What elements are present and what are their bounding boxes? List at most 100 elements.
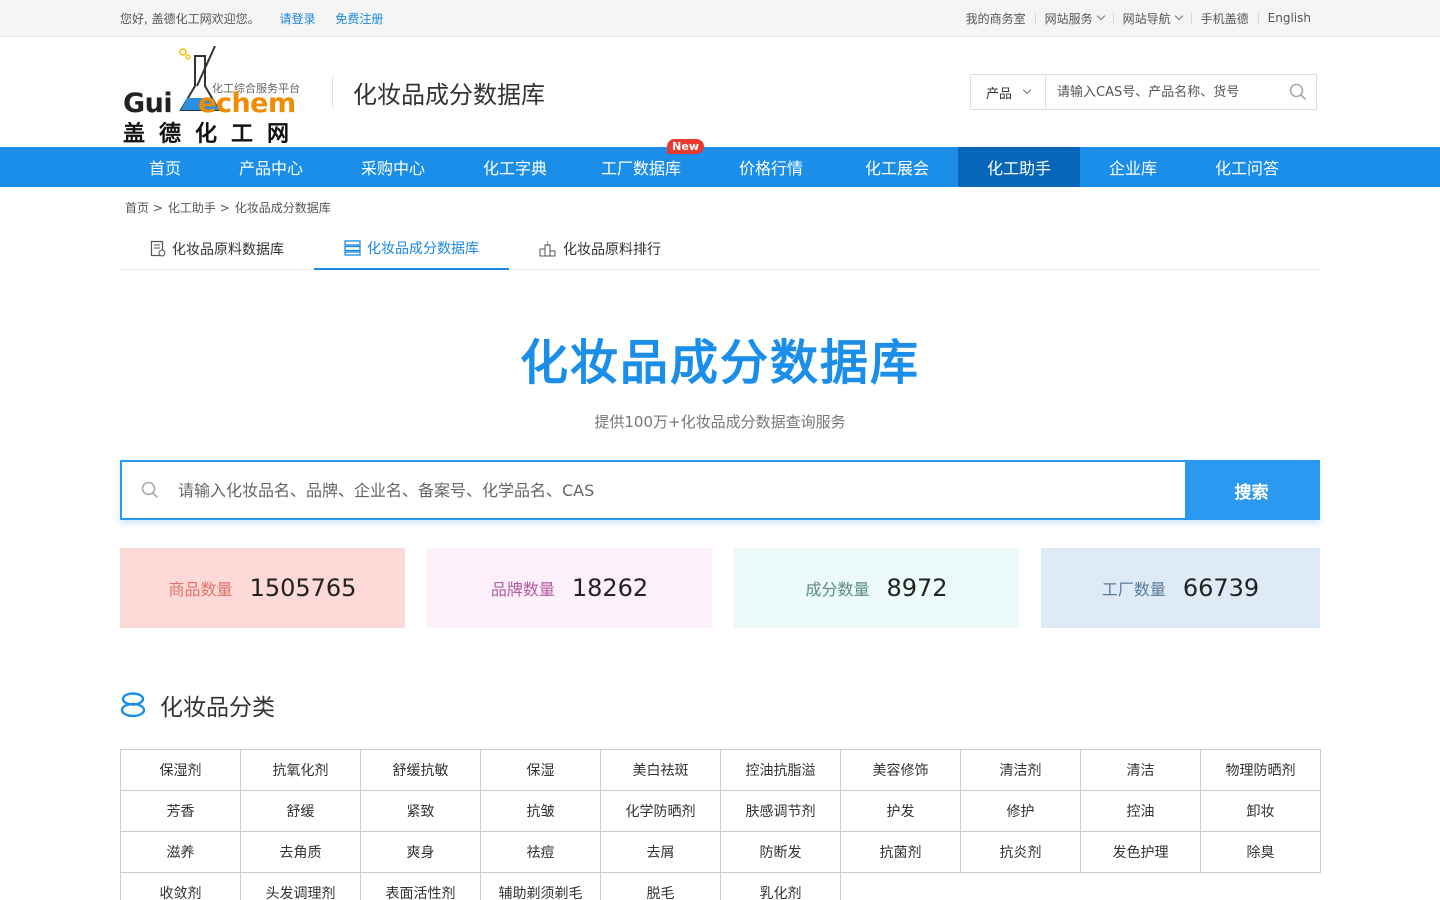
category-item[interactable]: 保湿剂: [121, 750, 241, 791]
nav-item[interactable]: 企业库: [1080, 147, 1186, 187]
topbar-link[interactable]: English: [1259, 11, 1320, 25]
category-item[interactable]: 卸妆: [1201, 791, 1321, 832]
category-item[interactable]: 祛痘: [481, 832, 601, 873]
category-item[interactable]: 舒缓抗敏: [361, 750, 481, 791]
nav-item[interactable]: 工厂数据库 New: [576, 139, 706, 187]
top-bar: 您好, 盖德化工网欢迎您。 请登录 免费注册 我的商务室 网站服务 网站导航 手机盖德…: [0, 0, 1440, 37]
stat-card: 品牌数量 18262: [427, 548, 712, 628]
category-item[interactable]: 乳化剂: [721, 873, 841, 900]
stat-label: 商品数量: [168, 580, 233, 599]
chevron-down-icon: [1022, 85, 1032, 95]
topbar-links: 我的商务室 网站服务 网站导航 手机盖德 English: [957, 10, 1320, 27]
search-icon: [122, 462, 178, 518]
category-item[interactable]: 保湿: [481, 750, 601, 791]
breadcrumb-item[interactable]: 化工助手 >: [168, 201, 230, 215]
category-item[interactable]: 舒缓: [241, 791, 361, 832]
login-link[interactable]: 请登录: [279, 12, 315, 26]
category-item[interactable]: 抗皱: [481, 791, 601, 832]
stats-row: 商品数量 1505765 品牌数量 18262 成分数量 8972 工厂数量 66739: [120, 548, 1320, 628]
logo-en-part-b: echem: [198, 88, 296, 119]
subtab-item[interactable]: 化妆品原料数据库: [120, 227, 314, 270]
category-item[interactable]: 抗氧化剂: [241, 750, 361, 791]
category-item[interactable]: 爽身: [361, 832, 481, 873]
topbar-link[interactable]: 我的商务室: [957, 10, 1035, 27]
site-header: 化工综合服务平台 Gui echem 盖德化工网 化妆品成分数据库 产品: [0, 37, 1440, 147]
nav-item-label: 产品中心: [238, 159, 303, 178]
search-button[interactable]: 搜索: [1185, 462, 1318, 518]
category-item[interactable]: 除臭: [1201, 832, 1321, 873]
stat-card: 工厂数量 66739: [1041, 548, 1320, 628]
category-item[interactable]: 美容修饰: [841, 750, 961, 791]
category-item[interactable]: 发色护理: [1081, 832, 1201, 873]
topbar-link[interactable]: 网站服务: [1036, 10, 1113, 27]
nav-item[interactable]: 化工助手: [958, 147, 1080, 187]
category-item[interactable]: 化学防晒剂: [601, 791, 721, 832]
nav-item[interactable]: 首页: [120, 147, 210, 187]
stat-card: 商品数量 1505765: [120, 548, 405, 628]
category-item[interactable]: 修护: [961, 791, 1081, 832]
nav-item-label: 采购中心: [360, 159, 425, 178]
nav-item[interactable]: 价格行情: [706, 147, 836, 187]
search-icon[interactable]: [1280, 83, 1316, 101]
nav-item[interactable]: 化工字典: [454, 147, 576, 187]
nav-item[interactable]: 采购中心: [332, 147, 454, 187]
stat-label: 品牌数量: [490, 580, 555, 599]
site-logo[interactable]: 化工综合服务平台 Gui echem 盖德化工网: [120, 46, 310, 147]
nav-item[interactable]: 化工展会: [836, 147, 958, 187]
topbar-link-label: 网站导航: [1122, 11, 1171, 26]
stat-value: 18262: [571, 574, 649, 602]
category-item[interactable]: 护发: [841, 791, 961, 832]
topbar-link[interactable]: 网站导航: [1114, 10, 1191, 27]
category-item[interactable]: 去屑: [601, 832, 721, 873]
subtab-item[interactable]: 1 化妆品原料排行: [509, 227, 691, 270]
hero-title: 化妆品成分数据库: [519, 335, 920, 391]
main-search: 搜索: [120, 460, 1320, 520]
category-item[interactable]: 脱毛: [601, 873, 721, 900]
category-item[interactable]: 控油抗脂溢: [721, 750, 841, 791]
register-link[interactable]: 免费注册: [335, 12, 383, 26]
main-search-input[interactable]: [178, 462, 1185, 518]
category-item[interactable]: 物理防晒剂: [1201, 750, 1321, 791]
header-search: 产品: [970, 74, 1317, 110]
category-item[interactable]: 芳香: [121, 791, 241, 832]
search-type-select[interactable]: 产品: [971, 75, 1046, 109]
nav-item[interactable]: 化工问答: [1186, 147, 1308, 187]
category-item[interactable]: 防断发: [721, 832, 841, 873]
category-item[interactable]: 肤感调节剂: [721, 791, 841, 832]
nav-item-label: 化工展会: [864, 159, 929, 178]
nav-item[interactable]: 产品中心: [210, 147, 332, 187]
logo-en-part-a: Gui: [123, 88, 173, 119]
subtab-item[interactable]: 化妆品成分数据库: [314, 227, 509, 270]
stat-label: 成分数量: [805, 580, 870, 599]
chevron-down-icon: [1174, 11, 1183, 21]
category-item[interactable]: 抗炎剂: [961, 832, 1081, 873]
stat-value: 8972: [886, 574, 948, 602]
breadcrumb-item: 化妆品成分数据库: [234, 201, 331, 215]
category-item[interactable]: 表面活性剂: [361, 873, 481, 900]
category-item[interactable]: 去角质: [241, 832, 361, 873]
nav-item-label: 化工问答: [1214, 159, 1279, 178]
subtab-label: 化妆品成分数据库: [367, 240, 479, 257]
search-type-label: 产品: [985, 86, 1012, 102]
topbar-link[interactable]: 手机盖德: [1192, 10, 1258, 27]
category-item[interactable]: 头发调理剂: [241, 873, 361, 900]
category-item[interactable]: 收敛剂: [121, 873, 241, 900]
category-item[interactable]: 美白祛斑: [601, 750, 721, 791]
category-header: 化妆品分类: [120, 688, 1320, 722]
welcome-area: 您好, 盖德化工网欢迎您。 请登录 免费注册: [120, 10, 383, 27]
topbar-link-label: 网站服务: [1044, 11, 1093, 26]
category-item[interactable]: 清洁: [1081, 750, 1201, 791]
svg-text:1: 1: [546, 241, 549, 247]
category-item[interactable]: 滋养: [121, 832, 241, 873]
category-item[interactable]: 抗菌剂: [841, 832, 961, 873]
nav-item-label: 价格行情: [738, 159, 803, 178]
header-search-input[interactable]: [1046, 75, 1280, 109]
nav-item-label: 首页: [148, 159, 181, 178]
topbar-link-label: 手机盖德: [1200, 11, 1249, 26]
category-item[interactable]: 紧致: [361, 791, 481, 832]
category-item[interactable]: 控油: [1081, 791, 1201, 832]
category-item[interactable]: 辅助剃须剃毛: [481, 873, 601, 900]
category-item[interactable]: 清洁剂: [961, 750, 1081, 791]
category-grid: 保湿剂 抗氧化剂 舒缓抗敏 保湿 美白祛斑 控油抗脂溢 美容修饰 清洁剂 清洁 物理防晒剂芳香 舒缓…: [120, 749, 1321, 900]
breadcrumb-item[interactable]: 首页 >: [125, 201, 163, 215]
